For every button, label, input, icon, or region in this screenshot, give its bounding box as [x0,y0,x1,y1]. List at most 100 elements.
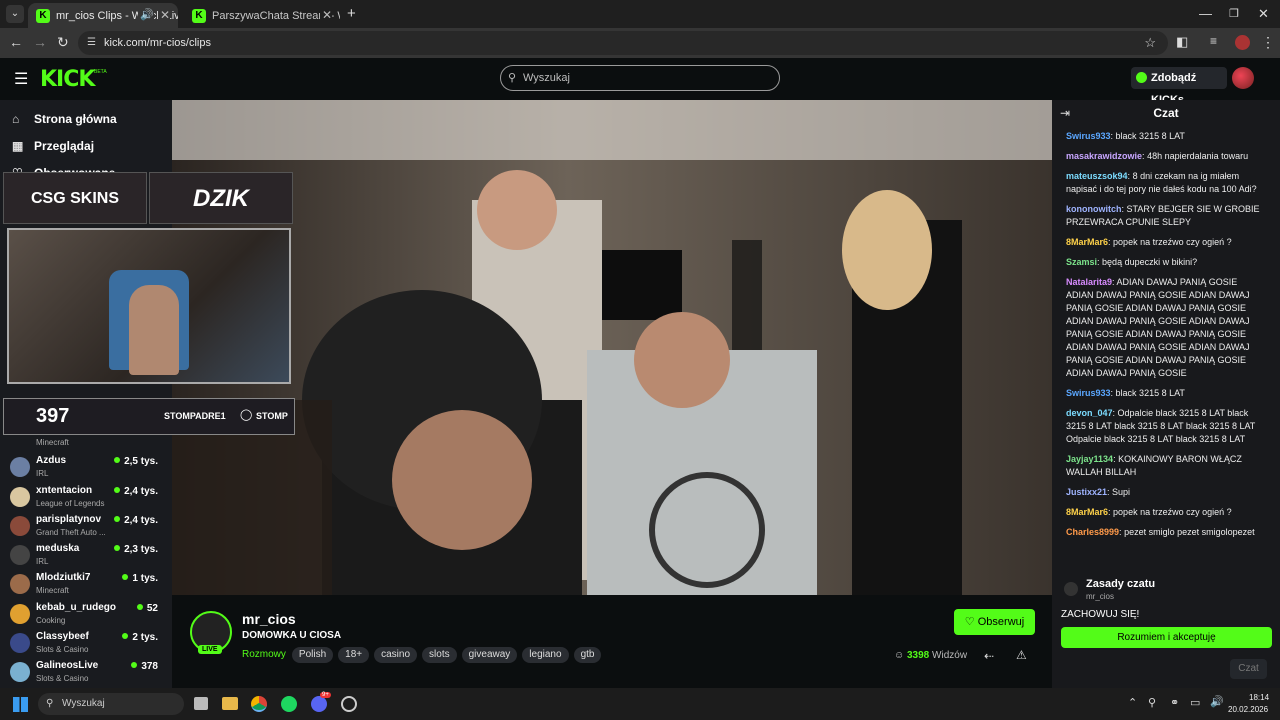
browser-tab-parszywachata[interactable]: K ParszywaChata Stream - Watch ✕ [184,3,340,28]
back-icon[interactable]: ← [9,34,23,50]
windows-taskbar: ⚲ Wyszukaj 9+ ⌃ ⚲ ⚭ ▭ 🔊 18:14 20.02.2026 [0,688,1280,720]
restore-icon[interactable]: ❐ [1229,7,1239,20]
channel-viewers: 52 [137,603,158,614]
sidebar-channel-kebab-u-rudego[interactable]: kebab_u_rudego Cooking 52 [10,601,170,629]
forward-icon[interactable]: → [33,34,47,50]
display-icon[interactable]: ▭ [1190,696,1200,709]
get-kicks-button[interactable]: Zdobądź KICKs [1131,67,1227,106]
minimize-icon[interactable]: — [1199,6,1212,21]
close-tab-icon[interactable]: ✕ [157,8,170,22]
obs-icon[interactable] [341,696,357,712]
chat-username[interactable]: Swirus933 [1066,131,1111,141]
tag-slots[interactable]: slots [422,647,457,663]
chat-username[interactable]: mateuszsok94 [1066,171,1128,181]
social-handle-1: STOMPADRE1 [164,411,226,421]
network-icon[interactable]: ⚲ [1148,696,1156,709]
video-frame [172,100,1052,595]
extensions-icon[interactable]: ◧ [1176,34,1188,50]
sponsor-csgskins-banner: CSG SKINS [3,172,147,224]
chat-username[interactable]: devon_047 [1066,408,1113,418]
chat-username[interactable]: 8MarMar6 [1066,507,1108,517]
accept-rules-button[interactable]: Rozumiem i akceptuję [1061,627,1272,648]
tag-casino[interactable]: casino [374,647,418,663]
reload-icon[interactable]: ↻ [57,34,69,51]
nav-home[interactable]: ⌂ Strona główna [12,112,117,126]
chat-username[interactable]: Szamsi [1066,257,1097,267]
sidebar-channel-xntentacion[interactable]: xntentacion League of Legends 2,4 tys. [10,484,170,512]
browser-menu-icon[interactable]: ⋮ [1261,34,1275,51]
clock-date[interactable]: 20.02.2026 [1228,705,1268,714]
nav-browse-label: Przeglądaj [34,139,95,153]
reading-list-icon[interactable]: ≡ [1210,34,1217,48]
clock-time[interactable]: 18:14 [1249,693,1269,702]
chat-username[interactable]: Jayjay1134 [1066,454,1113,464]
share-icon[interactable]: ⇠ [984,649,994,663]
video-player[interactable] [172,100,1052,595]
audio-playing-icon[interactable]: 🔊 [138,8,154,21]
bookmark-star-icon[interactable]: ☆ [1144,31,1156,55]
task-view-icon[interactable] [194,697,208,710]
sidebar-channel-parisplatynov[interactable]: parisplatynov Grand Theft Auto ... 2,4 t… [10,513,170,541]
browser-tab-strip: ⌄ K mr_cios Clips - Watch Live o 🔊 ✕ K P… [0,0,1280,28]
file-explorer-icon[interactable] [222,697,238,710]
windows-start-icon[interactable] [13,697,28,712]
sidebar-channel-classybeef[interactable]: Classybeef Slots & Casino 2 tys. [10,630,170,658]
rules-text: ZACHOWUJ SIĘ! [1061,609,1140,620]
chat-message: Swirus933: black 3215 8 LAT [1066,387,1266,400]
show-hidden-icons[interactable]: ⌃ [1128,696,1137,709]
kick-logo[interactable]: KICK [40,67,95,92]
site-info-icon[interactable]: ☰ [87,31,96,55]
close-tab-icon[interactable]: ✕ [319,8,332,22]
microphone-icon[interactable]: ⚭ [1170,696,1179,709]
follower-counter: 397 [36,405,70,427]
counter-banner: 397 STOMPADRE1 ◯ STOMP [3,398,295,435]
chat-text: popek na trzeźwo czy ogień ? [1113,507,1232,517]
discord-badge: 9+ [320,692,331,698]
stream-category[interactable]: Rozmowy [242,649,286,660]
user-avatar[interactable] [1232,67,1254,89]
hamburger-menu-icon[interactable]: ☰ [14,69,28,89]
viewers-icon: ☺ [894,650,905,661]
sidebar-channel-mlodziutki7[interactable]: Mlodziutki7 Minecraft 1 tys. [10,571,170,599]
report-icon[interactable]: ⚠ [1016,648,1027,662]
channel-name[interactable]: mr_cios [242,611,296,627]
channel-avatar [10,604,30,624]
tab-list-dropdown-icon[interactable]: ⌄ [6,5,24,23]
volume-icon[interactable]: 🔊 [1210,695,1224,708]
instagram-icon: ◯ [240,409,253,421]
tag-legiano[interactable]: legiano [522,647,569,663]
sidebar-channel-azdus[interactable]: Azdus IRL 2,5 tys. [10,454,170,482]
channel-name: parisplatynov [36,514,102,525]
kick-favicon-icon: K [192,8,206,23]
partial-channel-category: Minecraft [36,438,69,447]
chat-username[interactable]: kononowitch [1066,204,1122,214]
follow-button[interactable]: ♡ Obserwuj [954,609,1035,635]
profile-avatar-icon[interactable] [1235,35,1250,50]
sidebar-channel-galineoslive[interactable]: GalineosLive Slots & Casino 378 [10,659,170,687]
chat-username[interactable]: Justixx21 [1066,487,1107,497]
sidebar-channel-meduska[interactable]: meduska IRL 2,3 tys. [10,542,170,570]
close-window-icon[interactable]: ✕ [1258,6,1269,22]
chat-username[interactable]: Charles8999 [1066,527,1119,537]
discord-icon[interactable] [311,696,327,712]
spotify-icon[interactable] [281,696,297,712]
chrome-icon[interactable] [251,696,267,712]
tag-giveaway[interactable]: giveaway [461,647,518,663]
taskbar-search[interactable]: ⚲ Wyszukaj [38,693,184,715]
address-bar[interactable]: ☰ kick.com/mr-cios/clips ☆ [78,31,1168,55]
chat-username[interactable]: Swirus933 [1066,388,1111,398]
search-input[interactable]: ⚲ Wyszukaj [500,65,780,91]
browser-tab-mr-cios[interactable]: K mr_cios Clips - Watch Live o 🔊 ✕ [28,3,178,28]
tag-gtb[interactable]: gtb [573,647,602,663]
tag-polish[interactable]: Polish [291,647,334,663]
chat-username[interactable]: 8MarMar6 [1066,237,1108,247]
channel-category: Slots & Casino [36,645,89,654]
tag-18-plus[interactable]: 18+ [338,647,370,663]
chat-send-button[interactable]: Czat [1230,659,1267,679]
chat-username[interactable]: Natalarita9 [1066,277,1112,287]
rules-author: mr_cios [1086,592,1115,601]
new-tab-icon[interactable]: + [347,5,356,22]
chat-username[interactable]: masakrawidzowie [1066,151,1142,161]
nav-browse[interactable]: ▦ Przeglądaj [12,139,94,153]
channel-category: Grand Theft Auto ... [36,528,106,537]
